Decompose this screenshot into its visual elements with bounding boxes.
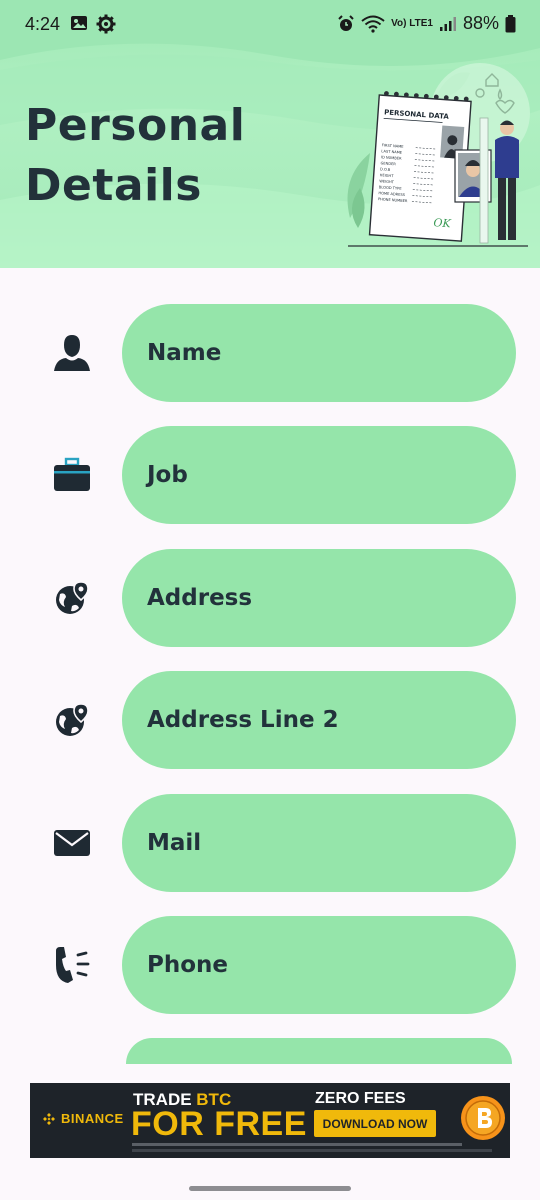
person-icon xyxy=(54,335,90,371)
phone-field[interactable]: Phone xyxy=(122,916,516,1014)
address-field-label: Address xyxy=(147,585,253,611)
ad-download-button[interactable]: DOWNLOAD NOW xyxy=(314,1110,436,1137)
status-time: 4:24 xyxy=(25,14,61,34)
page-title: Personal Details xyxy=(25,96,245,216)
ad-banner[interactable]: BINANCE TRADE BTC FOR FREE ZERO FEES DOW… xyxy=(30,1083,510,1158)
phone-ringing-icon xyxy=(56,947,90,983)
address-field[interactable]: Address xyxy=(122,549,516,647)
next-field-partial[interactable] xyxy=(126,1038,512,1064)
network-type: Vo) LTE1 xyxy=(391,17,433,29)
battery-icon xyxy=(505,14,516,32)
ad-headline: FOR FREE xyxy=(131,1105,307,1143)
personal-data-illustration: PERSONAL DATA FIRST NAME LAST NAME ID NU… xyxy=(347,63,530,247)
address-line2-field[interactable]: Address Line 2 xyxy=(122,671,516,769)
ad-disclaimer-line xyxy=(132,1149,492,1152)
address-row: Address xyxy=(0,549,540,647)
gallery-icon xyxy=(71,16,87,30)
globe-pin-icon xyxy=(56,703,89,736)
settings-gear-icon xyxy=(96,14,116,34)
alarm-icon xyxy=(338,14,354,31)
illustration-signature: OK xyxy=(433,216,452,230)
battery-percent: 88% xyxy=(462,13,499,33)
briefcase-icon xyxy=(54,457,90,491)
header: 4:24 Vo) LTE1 88% Personal Details PERSO… xyxy=(0,0,540,268)
job-field[interactable]: Job xyxy=(122,426,516,524)
address-line2-field-label: Address Line 2 xyxy=(147,707,339,733)
ad-subheadline: ZERO FEES xyxy=(315,1090,406,1107)
wifi-icon xyxy=(361,15,385,33)
ad-brand: BINANCE xyxy=(42,1111,124,1126)
status-bar: 4:24 Vo) LTE1 88% xyxy=(0,0,540,50)
job-field-label: Job xyxy=(147,462,188,488)
job-row: Job xyxy=(0,426,540,524)
envelope-icon xyxy=(54,830,90,856)
name-field[interactable]: Name xyxy=(122,304,516,402)
globe-pin-icon xyxy=(56,581,89,614)
mail-field-label: Mail xyxy=(147,830,202,856)
page-title-line1: Personal xyxy=(25,100,246,151)
binance-logo-icon xyxy=(43,1112,55,1125)
phone-field-label: Phone xyxy=(147,952,229,978)
mail-field[interactable]: Mail xyxy=(122,794,516,892)
illustration-field-5: D.O.B xyxy=(380,167,391,172)
bitcoin-coin-icon xyxy=(461,1096,505,1140)
name-row: Name xyxy=(0,304,540,402)
signal-icon xyxy=(439,16,456,31)
mail-row: Mail xyxy=(0,794,540,892)
ad-brand-name: BINANCE xyxy=(61,1111,124,1126)
name-field-label: Name xyxy=(147,340,222,366)
home-indicator[interactable] xyxy=(189,1186,351,1191)
page-title-line2: Details xyxy=(25,160,202,211)
phone-row: Phone xyxy=(0,916,540,1014)
address-line2-row: Address Line 2 xyxy=(0,671,540,769)
ad-disclaimer-line xyxy=(132,1143,462,1146)
